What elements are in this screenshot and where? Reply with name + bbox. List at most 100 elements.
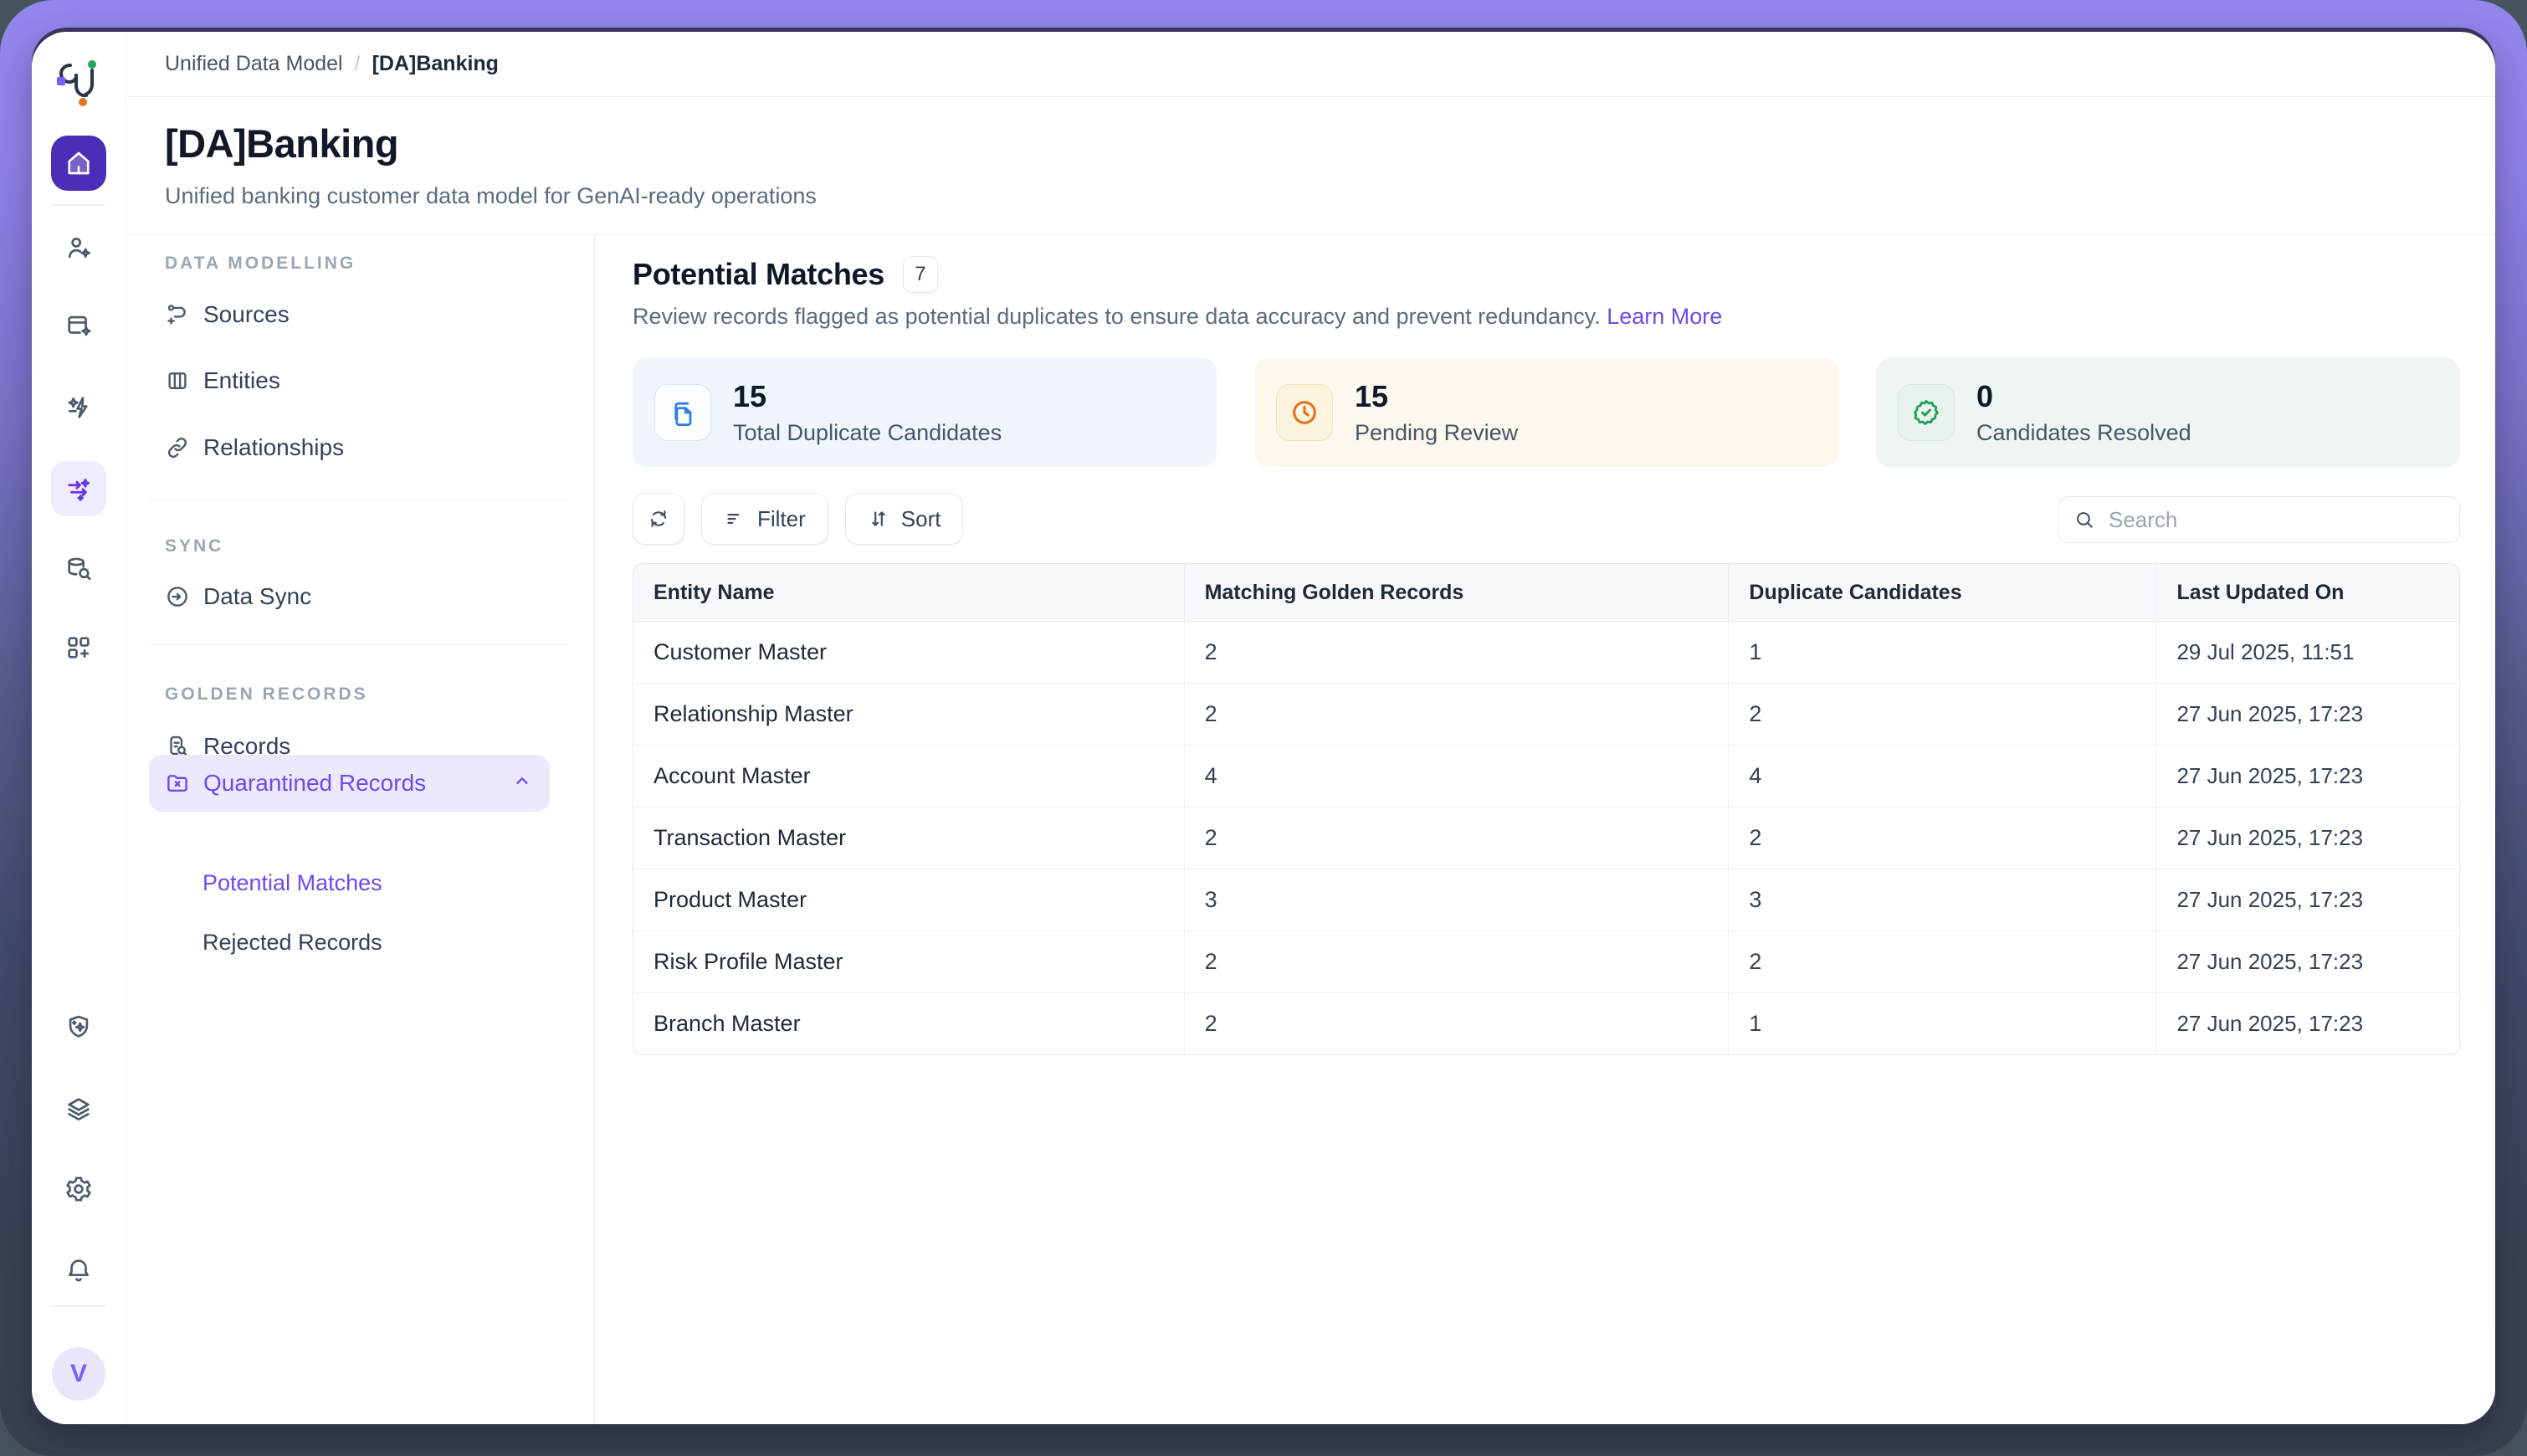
learn-more-link[interactable]: Learn More [1607, 304, 1722, 329]
app-logo-icon[interactable] [52, 52, 105, 110]
table-row[interactable]: Risk Profile Master2227 Jun 2025, 17:23 [633, 931, 2460, 993]
grid-plus-icon [64, 633, 93, 662]
database-search-icon [64, 555, 93, 583]
sidebar-item-sources[interactable]: Sources [149, 291, 550, 338]
sort-label: Sort [901, 506, 941, 532]
rail-table-sparkle-button[interactable] [51, 298, 106, 353]
table-cell: 27 Jun 2025, 17:23 [2156, 993, 2460, 1055]
user-avatar[interactable]: V [52, 1347, 105, 1401]
rail-database-search-button[interactable] [51, 541, 106, 597]
table-cell: 2 [1185, 622, 1730, 684]
stat-value: 15 [733, 380, 1002, 413]
table-cell: Branch Master [633, 993, 1185, 1055]
page-subtitle: Unified banking customer data model for … [165, 183, 817, 209]
table-cell: 1 [1729, 622, 2156, 684]
page-header: [DA]Banking Unified banking customer dat… [126, 98, 2495, 235]
rail-grid-plus-button[interactable] [51, 620, 106, 675]
rail-settings-button[interactable] [51, 1161, 106, 1217]
stat-value: 15 [1355, 380, 1518, 413]
page-title: [DA]Banking [165, 120, 398, 167]
columns-icon [165, 368, 190, 393]
sidebar-subitem-potential-matches[interactable]: Potential Matches [202, 869, 382, 897]
arrow-circle-icon [165, 584, 190, 609]
table-cell: Relationship Master [633, 684, 1185, 746]
count-badge: 7 [903, 256, 938, 293]
column-header-matching-golden-records: Matching Golden Records [1185, 563, 1730, 622]
sidebar: DATA MODELLING Sources Entities [126, 235, 595, 1424]
table-cell: 4 [1729, 746, 2156, 807]
sidebar-item-label: Entities [203, 367, 280, 394]
table-cell: 2 [1729, 684, 2156, 746]
sidebar-item-label: Data Sync [203, 583, 311, 610]
sidebar-section-data-modelling: DATA MODELLING [165, 254, 356, 274]
search-input[interactable] [2107, 506, 2444, 534]
description-text: Review records flagged as potential dupl… [633, 304, 1601, 329]
sidebar-item-label: Sources [203, 301, 290, 328]
sidebar-item-quarantined-records[interactable]: Quarantined Records [149, 755, 550, 812]
bell-icon [64, 1256, 93, 1284]
rail-shield-sparkle-button[interactable] [51, 999, 106, 1054]
chevron-up-icon[interactable] [511, 770, 533, 797]
rail-home-button[interactable] [51, 136, 106, 191]
table-cell: 4 [1185, 746, 1730, 807]
table-cell: Transaction Master [633, 807, 1185, 869]
rail-divider [52, 1305, 105, 1307]
sidebar-section-golden-records: GOLDEN RECORDS [165, 684, 368, 705]
route-plus-icon [165, 302, 190, 327]
stat-card-candidates-resolved: 0 Candidates Resolved [1876, 358, 2460, 467]
filter-button[interactable]: Filter [701, 493, 828, 545]
sort-icon [868, 508, 889, 530]
breadcrumb: Unified Data Model / [DA]Banking [126, 32, 2495, 97]
sparkle-bolt-icon [64, 393, 93, 422]
table-cell: Account Master [633, 746, 1185, 807]
sidebar-item-data-sync[interactable]: Data Sync [149, 573, 550, 620]
table-header-row: Entity Name Matching Golden Records Dupl… [633, 563, 2460, 622]
main-panel: Potential Matches 7 Review records flagg… [595, 235, 2495, 1424]
table-cell: 2 [1185, 931, 1730, 993]
link-icon [165, 435, 190, 460]
stat-icon-tile [1276, 384, 1333, 441]
stat-icon-tile [654, 384, 711, 441]
table-row[interactable]: Account Master4427 Jun 2025, 17:23 [633, 746, 2460, 807]
table-row[interactable]: Product Master3327 Jun 2025, 17:23 [633, 869, 2460, 931]
app-window: V Unified Data Model / [DA]Banking [DA]B… [32, 32, 2495, 1424]
sidebar-item-entities[interactable]: Entities [149, 357, 550, 404]
stat-card-total-duplicates: 15 Total Duplicate Candidates [633, 358, 1217, 467]
badge-check-icon [1911, 397, 1941, 428]
rail-layers-button[interactable] [51, 1081, 106, 1136]
breadcrumb-separator: / [355, 52, 361, 76]
rail-notifications-button[interactable] [51, 1243, 106, 1298]
stat-cards: 15 Total Duplicate Candidates 15 Pend [633, 358, 2460, 467]
sort-button[interactable]: Sort [845, 493, 964, 545]
sidebar-subitem-rejected-records[interactable]: Rejected Records [202, 928, 382, 956]
breadcrumb-root-link[interactable]: Unified Data Model [165, 52, 343, 76]
table-cell: 2 [1185, 993, 1730, 1055]
search-box [2058, 496, 2460, 543]
section-description: Review records flagged as potential dupl… [633, 304, 1722, 330]
table-cell: Product Master [633, 869, 1185, 931]
stat-label: Total Duplicate Candidates [733, 420, 1002, 446]
search-icon [2073, 509, 2095, 531]
sidebar-item-relationships[interactable]: Relationships [149, 424, 550, 471]
desktop-backdrop: V Unified Data Model / [DA]Banking [DA]B… [0, 0, 2527, 1456]
table-row[interactable]: Transaction Master2227 Jun 2025, 17:23 [633, 807, 2460, 869]
table-row[interactable]: Branch Master2127 Jun 2025, 17:23 [633, 993, 2460, 1055]
column-header-last-updated-on: Last Updated On [2156, 563, 2460, 622]
table-cell: 27 Jun 2025, 17:23 [2156, 869, 2460, 931]
refresh-button[interactable] [633, 493, 684, 545]
stat-label: Candidates Resolved [1976, 420, 2191, 446]
layers-icon [64, 1095, 93, 1123]
column-header-duplicate-candidates: Duplicate Candidates [1729, 563, 2156, 622]
rail-flow-arrows-button[interactable] [51, 461, 106, 516]
table-cell: 27 Jun 2025, 17:23 [2156, 746, 2460, 807]
table-row[interactable]: Customer Master2129 Jul 2025, 11:51 [633, 622, 2460, 684]
table-sparkle-icon [64, 311, 93, 340]
rail-sparkle-bolt-button[interactable] [51, 380, 106, 435]
rail-user-sparkle-button[interactable] [51, 221, 106, 276]
table-cell: 2 [1729, 807, 2156, 869]
table-cell: 27 Jun 2025, 17:23 [2156, 807, 2460, 869]
table-cell: 2 [1185, 807, 1730, 869]
table-row[interactable]: Relationship Master2227 Jun 2025, 17:23 [633, 684, 2460, 746]
stat-card-pending-review: 15 Pending Review [1254, 358, 1838, 467]
sidebar-item-label: Relationships [203, 434, 344, 461]
